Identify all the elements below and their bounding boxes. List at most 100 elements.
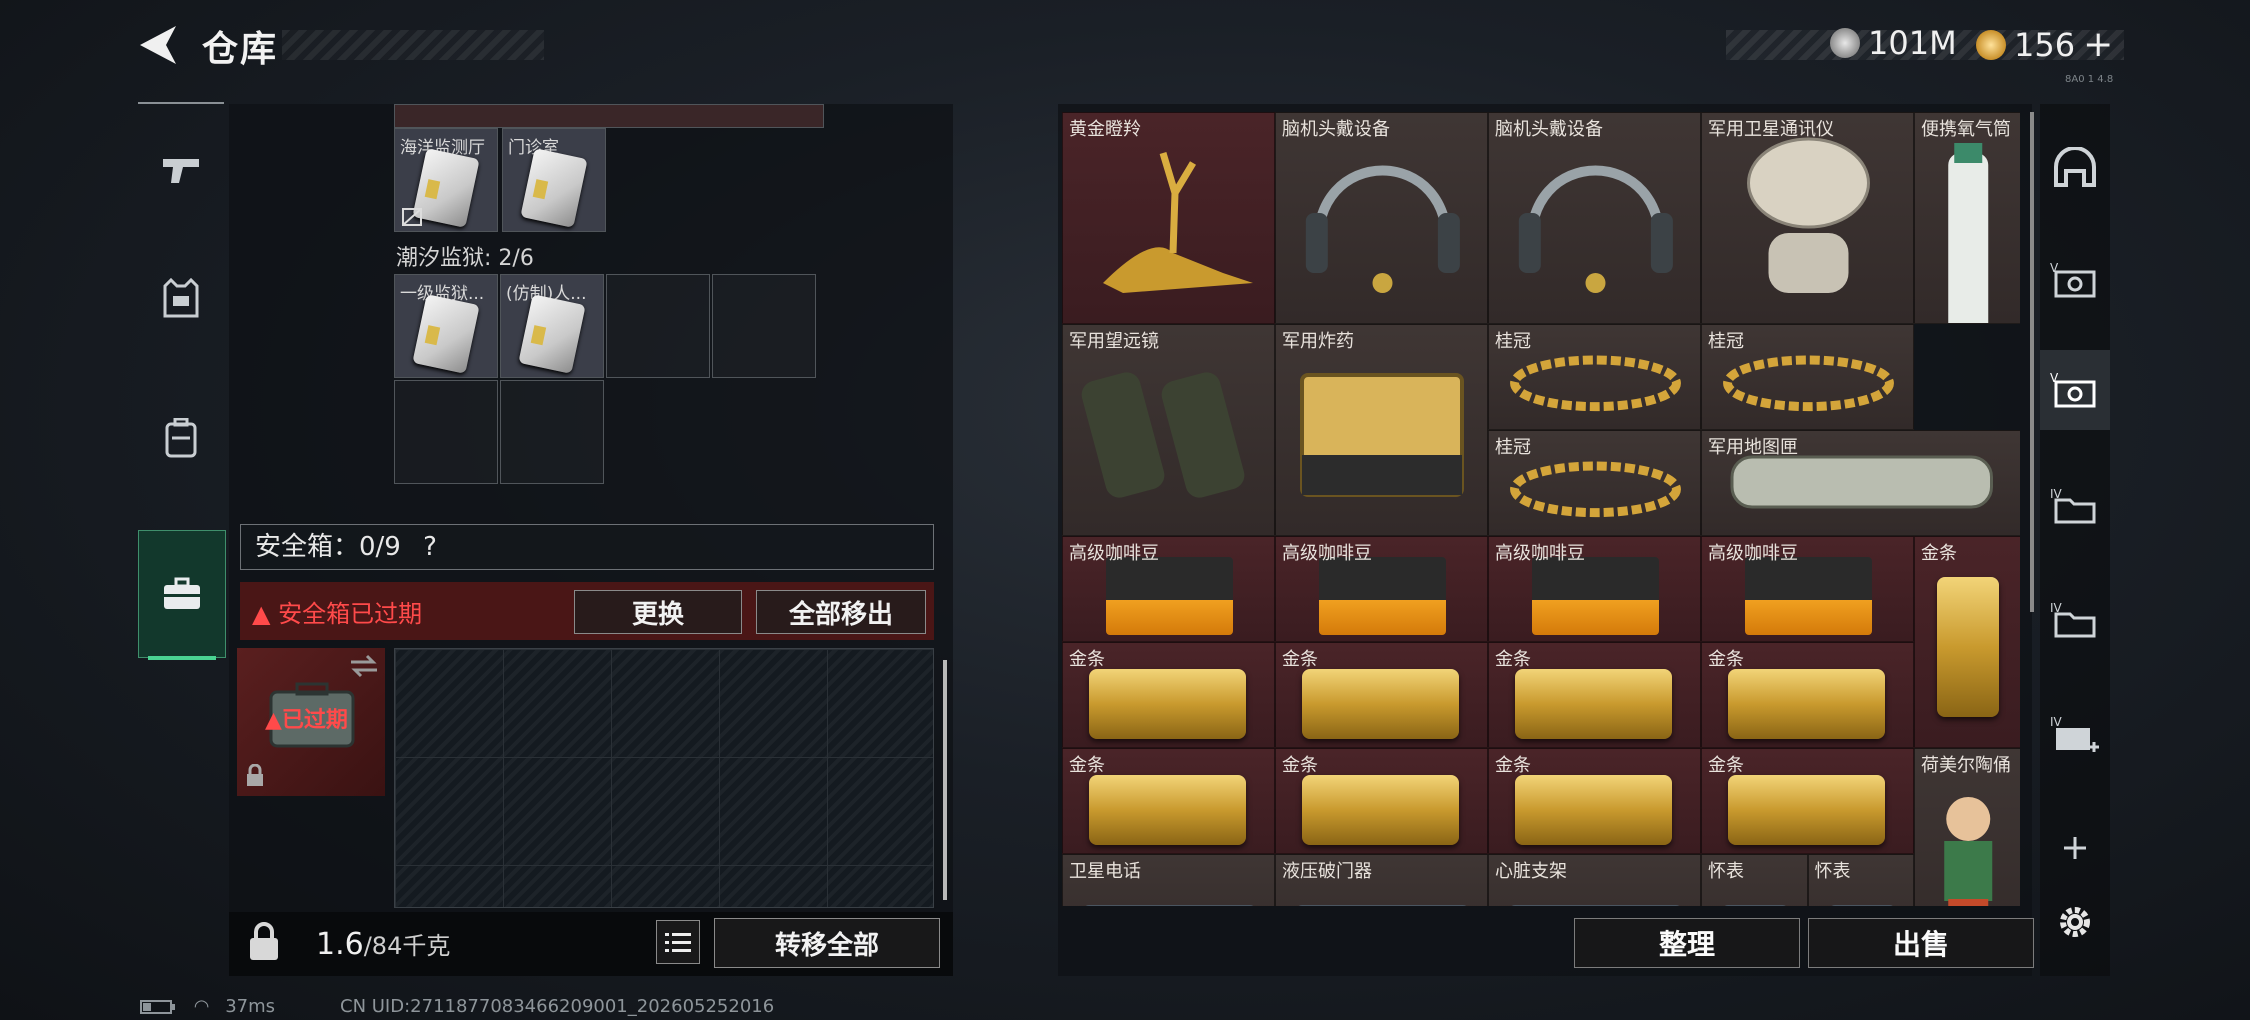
- key-card[interactable]: (仿制)人...: [500, 274, 604, 378]
- replace-button[interactable]: 更换: [574, 590, 742, 634]
- key-card-image: [518, 294, 586, 374]
- stash-item[interactable]: 金条: [1488, 748, 1701, 854]
- stash-item[interactable]: 卫星电话: [1062, 854, 1275, 906]
- pistol-icon: [163, 159, 199, 183]
- safe-case-grid[interactable]: [394, 648, 934, 908]
- stash-item-label: 高级咖啡豆: [1069, 543, 1159, 564]
- sell-button[interactable]: 出售: [1808, 918, 2034, 968]
- nav-storage-iv-add[interactable]: IV: [2040, 694, 2110, 774]
- key-slot-empty[interactable]: [606, 274, 710, 378]
- storage-iv-2-icon: IV: [2050, 601, 2096, 638]
- stash-item[interactable]: 桂冠: [1488, 324, 1701, 430]
- back-arrow-icon[interactable]: [136, 22, 182, 68]
- satellite-dish-image: [1702, 113, 1913, 323]
- stash-item[interactable]: 军用地图匣: [1701, 430, 2020, 536]
- list-icon: [665, 933, 691, 952]
- sort-button[interactable]: 整理: [1574, 918, 1800, 968]
- stash-item[interactable]: 液压破门器: [1275, 854, 1488, 906]
- stash-item[interactable]: 便携氧气筒: [1914, 112, 2020, 324]
- nav-backpack[interactable]: [138, 378, 224, 498]
- stash-item[interactable]: 金条: [1062, 748, 1275, 854]
- safe-box-help[interactable]: ?: [423, 532, 437, 562]
- currency-silver[interactable]: 101M: [1830, 24, 1957, 62]
- stash-item[interactable]: 金条: [1275, 642, 1488, 748]
- transfer-all-button[interactable]: 转移全部: [714, 918, 940, 968]
- stash-item-label: 便携氧气筒: [1921, 119, 2011, 140]
- currency-gold-add[interactable]: +: [2083, 24, 2113, 65]
- stash-item-label: 怀表: [1708, 861, 1744, 882]
- gold-bar-image: [1088, 669, 1247, 739]
- nav-settings[interactable]: [2040, 882, 2110, 962]
- stash-item[interactable]: 金条: [1275, 748, 1488, 854]
- lock-icon: [247, 764, 263, 786]
- nav-safe-case[interactable]: [138, 530, 226, 658]
- ping-value: 37ms: [225, 996, 276, 1017]
- key-slot-empty[interactable]: [712, 274, 816, 378]
- safe-box-header: 安全箱：0/9 ?: [240, 524, 934, 570]
- swap-icon[interactable]: [349, 654, 379, 678]
- storage-v-active-icon: V: [2050, 371, 2096, 408]
- nav-storage-iv-1[interactable]: IV: [2040, 466, 2110, 546]
- safe-case-slot[interactable]: ▲已过期: [237, 648, 385, 796]
- stash-item[interactable]: 军用炸药: [1275, 324, 1488, 536]
- nav-weapon[interactable]: [138, 110, 224, 230]
- nav-storage-v-1[interactable]: V: [2040, 240, 2110, 320]
- stash-item[interactable]: 脑机头戴设备: [1275, 112, 1488, 324]
- case-expired-label: ▲已过期: [265, 702, 348, 734]
- stash-item[interactable]: 军用卫星通讯仪: [1701, 112, 1914, 324]
- safe-case-icon: [162, 577, 202, 609]
- stash-scrollbar[interactable]: [2030, 112, 2034, 612]
- keys-top-row: 海洋监测厅 门诊室: [394, 128, 610, 234]
- left-scrollbar[interactable]: [943, 660, 947, 900]
- version-text: 8A0 1 4.8: [2065, 74, 2114, 85]
- oxygen-tank-image: [1915, 113, 2020, 323]
- weight-lock-icon[interactable]: [246, 922, 282, 964]
- gold-bar-image: [1727, 669, 1886, 739]
- stash-item-label: 心脏支架: [1495, 861, 1567, 882]
- move-all-out-button[interactable]: 全部移出: [756, 590, 926, 634]
- stash-item-label: 金条: [1069, 755, 1105, 776]
- key-card[interactable]: 海洋监测厅: [394, 128, 498, 232]
- nav-storage-iv-2[interactable]: IV: [2040, 580, 2110, 660]
- expired-warning: ▲ 安全箱已过期: [252, 594, 422, 629]
- stash-item[interactable]: 金条: [1914, 536, 2020, 748]
- helmet-icon: [2054, 147, 2096, 187]
- stash-item-label: 军用炸药: [1282, 331, 1354, 352]
- stash-item[interactable]: 高级咖啡豆: [1488, 536, 1701, 642]
- stash-item[interactable]: 怀表: [1701, 854, 1808, 906]
- key-card[interactable]: 门诊室: [502, 128, 606, 232]
- stash-item[interactable]: 桂冠: [1488, 430, 1701, 536]
- nav-vest[interactable]: [138, 238, 224, 358]
- stash-item-label: 金条: [1495, 649, 1531, 670]
- stash-item[interactable]: 高级咖啡豆: [1062, 536, 1275, 642]
- key-slot-empty[interactable]: [500, 380, 604, 484]
- stash-item[interactable]: 脑机头戴设备: [1488, 112, 1701, 324]
- stash-item[interactable]: 桂冠: [1701, 324, 1914, 430]
- stash-item-label: 黄金瞪羚: [1069, 119, 1141, 140]
- stash-item[interactable]: 高级咖啡豆: [1275, 536, 1488, 642]
- stash-item[interactable]: 军用望远镜: [1062, 324, 1275, 536]
- stash-item-label: 高级咖啡豆: [1708, 543, 1798, 564]
- storage-v-icon: V: [2050, 261, 2096, 298]
- stash-item[interactable]: 金条: [1062, 642, 1275, 748]
- nav-add-storage[interactable]: [2040, 808, 2110, 888]
- stash-item[interactable]: 金条: [1701, 748, 1914, 854]
- key-slot-empty[interactable]: [394, 380, 498, 484]
- stash-item[interactable]: 怀表: [1807, 854, 1914, 906]
- key-card[interactable]: 一级监狱...: [394, 274, 498, 378]
- title-decoration: [282, 30, 544, 60]
- stash-item[interactable]: 荷美尔陶俑: [1914, 748, 2020, 906]
- nav-equipment[interactable]: [2040, 128, 2110, 208]
- nav-storage-v-2[interactable]: V: [2040, 350, 2110, 430]
- stash-item[interactable]: 黄金瞪羚: [1062, 112, 1275, 324]
- stash-item[interactable]: 心脏支架: [1488, 854, 1701, 906]
- stash-item[interactable]: 高级咖啡豆: [1701, 536, 1914, 642]
- stash-item-label: 荷美尔陶俑: [1921, 755, 2011, 776]
- list-view-button[interactable]: [656, 920, 700, 964]
- explosive-crate-image: [1276, 325, 1487, 535]
- gold-bar-image: [1727, 775, 1886, 845]
- key-card-image: [520, 148, 588, 228]
- stash-item[interactable]: 金条: [1701, 642, 1914, 748]
- stash-item[interactable]: 金条: [1488, 642, 1701, 748]
- currency-gold[interactable]: 156 +: [1976, 24, 2113, 65]
